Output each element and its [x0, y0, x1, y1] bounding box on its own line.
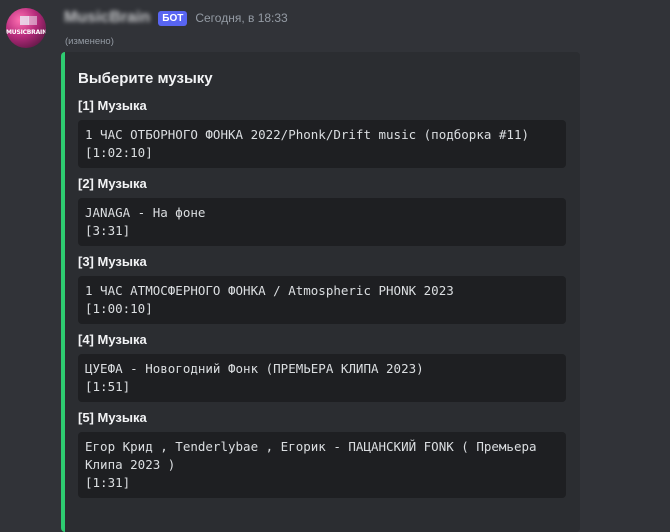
track-title: 1 ЧАС ОТБОРНОГО ФОНКА 2022/Phonk/Drift m… [85, 127, 530, 142]
bot-badge: БОТ [158, 10, 188, 26]
field-name: [3] Музыка [78, 254, 147, 269]
avatar-text: MUSICBRAIN [6, 29, 46, 36]
message-header: MusicBrain БОТ Сегодня, в 18:33 [64, 9, 288, 27]
track-duration: [1:00:10] [85, 301, 153, 316]
embed-field: [1] Музыка 1 ЧАС ОТБОРНОГО ФОНКА 2022/Ph… [78, 98, 566, 168]
field-name: [2] Музыка [78, 176, 147, 191]
avatar-pixel-decoration [28, 16, 37, 25]
username[interactable]: MusicBrain [64, 9, 150, 27]
track-duration: [1:51] [85, 379, 131, 394]
track-title: Егор Крид , Tenderlybae , Егорик - ПАЦАН… [85, 439, 545, 472]
track-duration: [3:31] [85, 223, 131, 238]
field-name: [4] Музыка [78, 332, 147, 347]
track-duration: [1:31] [85, 475, 131, 490]
edited-label: (изменено) [65, 36, 114, 47]
track-duration: [1:02:10] [85, 145, 153, 160]
code-block: 1 ЧАС ОТБОРНОГО ФОНКА 2022/Phonk/Drift m… [78, 120, 566, 168]
embed-title: Выберите музыку [78, 70, 213, 87]
embed-field: [3] Музыка 1 ЧАС АТМОСФЕРНОГО ФОНКА / At… [78, 254, 566, 324]
field-name: [5] Музыка [78, 410, 147, 425]
embed-field: [4] Музыка ЦУЕФА - Новогодний Фонк (ПРЕМ… [78, 332, 566, 402]
code-block: Егор Крид , Tenderlybae , Егорик - ПАЦАН… [78, 432, 566, 498]
track-title: ЦУЕФА - Новогодний Фонк (ПРЕМЬЕРА КЛИПА … [85, 361, 424, 376]
code-block: JANAGA - На фоне [3:31] [78, 198, 566, 246]
track-title: 1 ЧАС АТМОСФЕРНОГО ФОНКА / Atmospheric P… [85, 283, 454, 298]
embed-field: [5] Музыка Егор Крид , Tenderlybae , Его… [78, 410, 566, 498]
field-name: [1] Музыка [78, 98, 147, 113]
track-title: JANAGA - На фоне [85, 205, 206, 220]
code-block: ЦУЕФА - Новогодний Фонк (ПРЕМЬЕРА КЛИПА … [78, 354, 566, 402]
code-block: 1 ЧАС АТМОСФЕРНОГО ФОНКА / Atmospheric P… [78, 276, 566, 324]
music-embed: Выберите музыку [1] Музыка 1 ЧАС ОТБОРНО… [61, 52, 580, 532]
embed-field: [2] Музыка JANAGA - На фоне [3:31] [78, 176, 566, 246]
timestamp[interactable]: Сегодня, в 18:33 [195, 11, 287, 25]
avatar[interactable]: MUSICBRAIN [6, 8, 46, 48]
